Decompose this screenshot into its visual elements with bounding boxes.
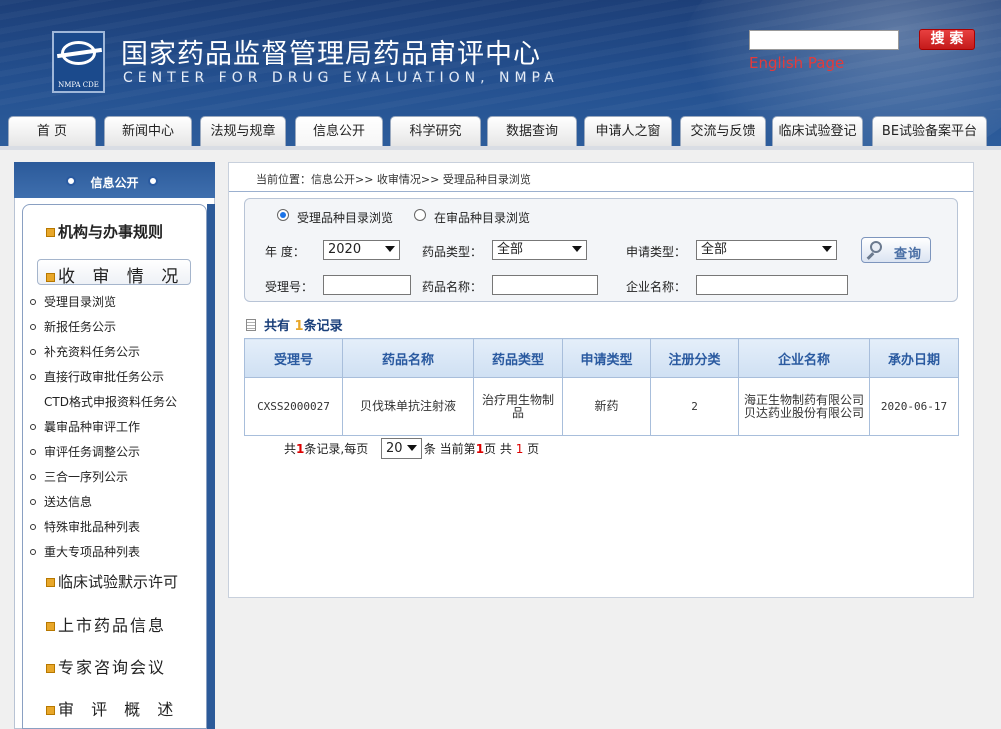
sidebar-header: 信息公开 [14, 162, 215, 198]
cell-reg-class: 2 [650, 377, 739, 436]
folder-icon [46, 228, 55, 237]
sidebar-item-special-approval[interactable]: 特殊审批品种列表 [29, 518, 140, 535]
query-button[interactable]: 查询 [861, 237, 931, 263]
nav-bottom-strip [0, 146, 1001, 150]
results-table: 受理号 药品名称 药品类型 申请类型 注册分类 企业名称 承办日期 CXSS20… [244, 338, 959, 436]
nav-tab-home[interactable]: 首 页 [8, 116, 96, 146]
nav-tab-regulations[interactable]: 法规与规章 [200, 116, 286, 146]
radio-accept-catalog[interactable] [277, 209, 289, 221]
sidebar-item-ctd-tasks[interactable]: CTD格式申报资料任务公 [44, 393, 180, 410]
bullet-icon [148, 176, 158, 186]
sidebar-header-title: 信息公开 [90, 176, 139, 190]
english-page-link[interactable]: English Page [749, 54, 844, 72]
cell-drug-name: 贝伐珠单抗注射液 [342, 377, 474, 436]
company-input[interactable] [696, 275, 848, 295]
table-row[interactable]: CXSS2000027 贝伐珠单抗注射液 治疗用生物制品 新药 2 海正生物制药… [244, 377, 959, 436]
folder-icon [46, 706, 55, 715]
apply-type-select[interactable]: 全部 [696, 240, 837, 260]
col-reg-class[interactable]: 注册分类 [650, 338, 739, 378]
site-search-button[interactable]: 搜 索 [919, 29, 975, 50]
site-search-input[interactable] [749, 30, 899, 50]
col-drug-name[interactable]: 药品名称 [342, 338, 474, 378]
nav-tab-applicant[interactable]: 申请人之窗 [584, 116, 672, 146]
nav-tab-be-platform[interactable]: BE试验备案平台 [872, 116, 987, 146]
breadcrumb: 当前位置：信息公开>> 收审情况>> 受理品种目录浏览 [256, 173, 531, 186]
nav-tab-news[interactable]: 新闻中心 [104, 116, 192, 146]
sidebar-section-review-overview[interactable]: 审 评 概 述 [46, 696, 179, 720]
col-accept-no[interactable]: 受理号 [244, 338, 343, 378]
sidebar-item-major-projects[interactable]: 重大专项品种列表 [29, 543, 140, 560]
main-nav: 首 页 新闻中心 法规与规章 信息公开 科学研究 数据查询 申请人之窗 交流与反… [0, 116, 1001, 148]
magnifier-handle-icon [866, 252, 875, 260]
radio-in-review-catalog[interactable] [414, 209, 426, 221]
folder-icon [46, 578, 55, 587]
pager-current: 1 [475, 442, 485, 456]
cell-drug-type: 治疗用生物制品 [473, 377, 563, 436]
chevron-down-icon [822, 246, 832, 252]
sidebar-section-clinical-permit[interactable]: 临床试验默示许可 [46, 571, 178, 592]
folder-icon [46, 622, 55, 631]
sidebar-item-supplement-tasks[interactable]: 补充资料任务公示 [29, 343, 140, 360]
document-icon [246, 319, 256, 331]
accept-no-input[interactable] [323, 275, 411, 295]
chevron-down-icon [407, 445, 417, 451]
sidebar-item-direct-approval[interactable]: 直接行政审批任务公示 [29, 368, 164, 385]
breadcrumb-divider [229, 191, 973, 192]
folder-icon [46, 272, 55, 282]
site-title-cn: 国家药品监督管理局药品审评中心 [121, 39, 541, 70]
col-apply-type[interactable]: 申请类型 [562, 338, 651, 378]
col-company[interactable]: 企业名称 [738, 338, 870, 378]
sidebar-edge [207, 204, 215, 729]
logo-caption: NMPA CDE [58, 81, 99, 89]
sidebar-section-expert-meeting[interactable]: 专家咨询会议 [46, 654, 166, 678]
pager-link-page[interactable]: 1 [516, 442, 524, 456]
radio-accept-catalog-label[interactable]: 受理品种目录浏览 [297, 209, 393, 226]
cell-date: 2020-06-17 [869, 377, 959, 436]
sidebar-item-task-adjust[interactable]: 审评任务调整公示 [29, 443, 140, 460]
year-label: 年 度： [265, 245, 305, 259]
nav-tab-info-public[interactable]: 信息公开 [295, 116, 383, 148]
nav-tab-clinical[interactable]: 临床试验登记 [772, 116, 863, 146]
drug-type-label: 药品类型： [422, 245, 483, 259]
sidebar-item-review-work[interactable]: 曩审品种审评工作 [29, 418, 140, 435]
sidebar-item-new-tasks[interactable]: 新报任务公示 [29, 318, 116, 335]
sidebar-item-accept-catalog[interactable]: 受理目录浏览 [29, 293, 116, 310]
col-date[interactable]: 承办日期 [869, 338, 959, 378]
folder-icon [46, 664, 55, 673]
cell-company: 海正生物制药有限公司 贝达药业股份有限公司 [738, 377, 870, 436]
table-header-row: 受理号 药品名称 药品类型 申请类型 注册分类 企业名称 承办日期 [244, 338, 959, 378]
sidebar-section-institution[interactable]: 机构与办事规则 [46, 221, 163, 242]
nav-tab-feedback[interactable]: 交流与反馈 [680, 116, 766, 146]
company-label: 企业名称： [626, 280, 687, 294]
accept-no-label: 受理号： [265, 280, 314, 294]
page-size-select[interactable]: 20 [381, 438, 422, 459]
record-count: 共有 1条记录 [246, 315, 343, 334]
drug-type-select[interactable]: 全部 [492, 240, 587, 260]
sidebar-item-three-in-one[interactable]: 三合一序列公示 [29, 468, 128, 485]
drug-name-label: 药品名称： [422, 280, 483, 294]
chevron-down-icon [572, 246, 582, 252]
sidebar-section-review-status[interactable]: 收 审 情 况 [46, 262, 184, 287]
radio-in-review-catalog-label[interactable]: 在审品种目录浏览 [434, 209, 530, 226]
nav-tab-data-query[interactable]: 数据查询 [487, 116, 577, 146]
col-drug-type[interactable]: 药品类型 [473, 338, 563, 378]
cell-accept-no[interactable]: CXSS2000027 [244, 377, 343, 436]
drug-name-input[interactable] [492, 275, 598, 295]
cell-apply-type: 新药 [562, 377, 651, 436]
sidebar-section-marketed-drugs[interactable]: 上市药品信息 [46, 612, 166, 636]
sidebar-item-delivery[interactable]: 送达信息 [29, 493, 92, 510]
nav-tab-research[interactable]: 科学研究 [390, 116, 481, 146]
year-select[interactable]: 2020 [323, 240, 400, 260]
chevron-down-icon [385, 246, 395, 252]
site-logo[interactable]: NMPA CDE [52, 31, 105, 93]
apply-type-label: 申请类型： [626, 245, 687, 259]
site-title-en-reflection: CENTER FOR DRUG EVALUATION, NMPA [123, 73, 559, 83]
